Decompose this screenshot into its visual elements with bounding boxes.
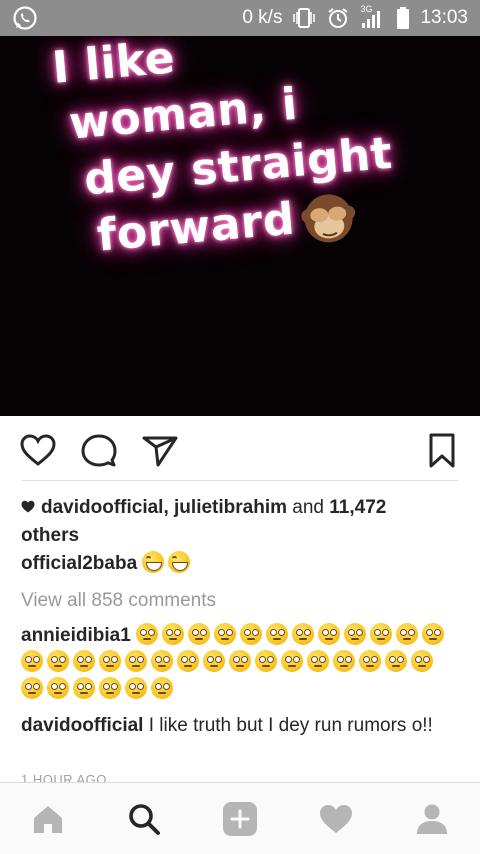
eye-roll-emoji (385, 650, 407, 672)
instagram-post-screen: 0 k/s 3G 13:03 I like woman, i dey strai… (0, 0, 480, 854)
eye-roll-emoji (21, 677, 43, 699)
comment-text: I like truth but I dey run rumors o!! (148, 715, 433, 736)
comment-username[interactable]: annieidibia1 (21, 625, 131, 646)
eye-roll-emoji (344, 623, 367, 645)
eye-roll-emoji (307, 650, 329, 672)
see-no-evil-monkey-icon (301, 194, 356, 243)
battery-icon (397, 7, 410, 29)
eye-roll-emoji (333, 650, 355, 672)
like-heart-icon[interactable] (18, 430, 58, 470)
search-icon[interactable] (126, 801, 162, 837)
status-bar: 0 k/s 3G 13:03 (0, 0, 480, 36)
comment-bubble-icon[interactable] (79, 430, 119, 470)
liker-2[interactable]: julietibrahim (174, 497, 287, 518)
actions-divider (21, 480, 459, 481)
post-image[interactable]: I like woman, i dey straight forward (0, 36, 480, 416)
add-post-icon[interactable] (222, 801, 258, 837)
view-all-comments-link[interactable]: View all 858 comments (21, 588, 461, 614)
post-actions-bar (0, 416, 480, 486)
eye-roll-emoji (411, 650, 433, 672)
comment-username[interactable]: davidoofficial (21, 715, 143, 736)
small-heart-icon (21, 500, 35, 513)
eye-roll-emoji (318, 623, 341, 645)
eye-roll-emoji (125, 677, 147, 699)
eye-roll-emoji (73, 677, 95, 699)
eye-roll-emoji (292, 623, 315, 645)
eye-roll-emoji (188, 623, 211, 645)
eye-roll-emoji (266, 623, 289, 645)
eye-roll-emoji (422, 623, 445, 645)
eye-roll-emoji (396, 623, 419, 645)
network-speed: 0 k/s (242, 7, 283, 28)
likes-and: and (292, 497, 324, 518)
eye-roll-emoji (177, 650, 199, 672)
bottom-navigation (0, 782, 480, 854)
vibrate-icon (293, 8, 316, 28)
likes-others[interactable]: others (21, 525, 79, 546)
eye-roll-emoji (136, 623, 159, 645)
liker-1[interactable]: davidoofficial (41, 497, 163, 518)
likes-summary[interactable]: davidoofficial, julietibrahim and 11,472… (21, 494, 461, 550)
activity-heart-icon[interactable] (318, 801, 354, 837)
eye-roll-emoji (73, 650, 95, 672)
eye-roll-emoji (99, 677, 121, 699)
eye-roll-emoji (359, 650, 381, 672)
status-right-group: 0 k/s 3G 13:03 (242, 0, 468, 36)
eye-roll-emoji (229, 650, 251, 672)
image-text: I like woman, i dey straight forward (50, 36, 469, 269)
save-bookmark-icon[interactable] (422, 430, 462, 470)
eye-roll-emoji (203, 650, 225, 672)
eye-roll-emoji (281, 650, 303, 672)
grinning-emoji (168, 551, 191, 573)
eye-roll-emoji (151, 650, 173, 672)
eye-roll-emoji (214, 623, 237, 645)
signal-icon: 3G (360, 4, 386, 30)
home-icon[interactable] (30, 801, 66, 837)
grinning-emoji (142, 551, 165, 573)
eye-roll-emoji (240, 623, 263, 645)
share-direct-icon[interactable] (140, 430, 180, 470)
eye-roll-emoji (151, 677, 173, 699)
eye-roll-emoji (370, 623, 393, 645)
caption: official2baba (21, 550, 461, 578)
eye-roll-emoji (125, 650, 147, 672)
caption-username[interactable]: official2baba (21, 553, 137, 574)
liker-separator: , (163, 497, 169, 518)
eye-roll-emoji (47, 677, 69, 699)
eye-roll-emoji (99, 650, 121, 672)
profile-icon[interactable] (414, 801, 450, 837)
eye-roll-emoji (21, 650, 43, 672)
eye-roll-emoji (162, 623, 185, 645)
clock-time: 13:03 (420, 7, 468, 28)
comment-item: annieidibia1 (21, 622, 461, 703)
comment-item: davidoofficial I like truth but I dey ru… (21, 711, 461, 740)
whatsapp-icon (13, 6, 37, 30)
alarm-icon (328, 8, 349, 28)
likes-count[interactable]: 11,472 (329, 497, 386, 518)
eye-roll-emoji (255, 650, 277, 672)
eye-roll-emoji (47, 650, 69, 672)
